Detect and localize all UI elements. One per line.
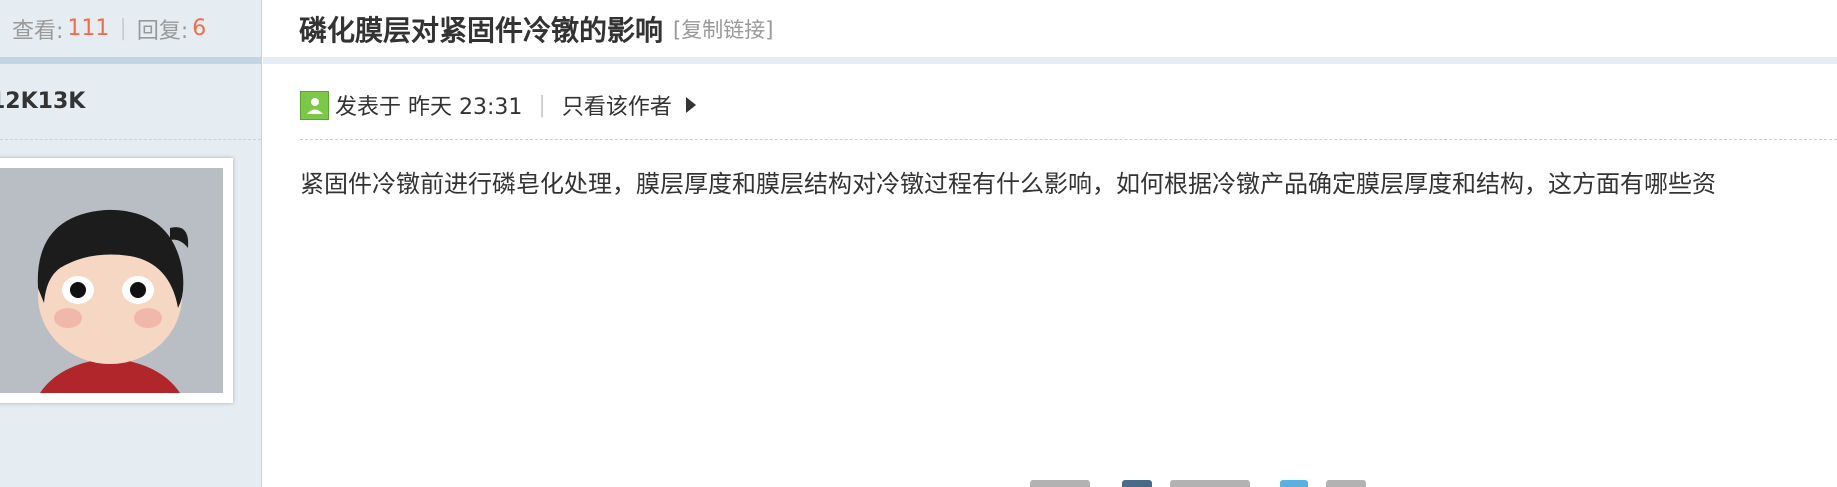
post-info-bar: 发表于 昨天 23:31 | 只看该作者 [300, 71, 1837, 140]
online-user-icon [300, 90, 329, 120]
stats-separator: | [119, 16, 127, 41]
info-separator: | [538, 92, 546, 118]
author-name-link[interactable]: 12K13K [0, 64, 261, 140]
post-content: 紧固件冷镦前进行磷皂化处理，膜层厚度和膜层结构对冷镦过程有什么影响，如何根据冷镦… [300, 170, 1716, 198]
cartoon-avatar-icon [0, 168, 223, 393]
views-label: 查看: [12, 18, 64, 44]
avatar[interactable] [0, 158, 233, 403]
author-name[interactable]: 12K13K [0, 89, 85, 114]
post-actions-partial [1030, 476, 1430, 487]
avatar-image[interactable] [0, 168, 223, 393]
action-text-partial[interactable] [1030, 480, 1090, 487]
replies-label: 回复: [136, 18, 189, 44]
views-count: 111 [67, 16, 110, 41]
thread-title: 磷化膜层对紧固件冷镦的影响 [299, 13, 664, 47]
share-icon[interactable] [1122, 480, 1152, 487]
forum-thread-page: 查看: 111 | 回复: 6 12K13K [0, 0, 1837, 487]
thread-stats: 查看: 111 | 回复: 6 [0, 0, 261, 64]
copy-link-button[interactable]: [复制链接] [673, 14, 773, 44]
post-timestamp: 发表于 昨天 23:31 [335, 95, 523, 120]
replies-count: 6 [192, 16, 207, 41]
thread-header: 磷化膜层对紧固件冷镦的影响 [复制链接] [263, 0, 1837, 64]
author-sidebar: 查看: 111 | 回复: 6 12K13K [0, 0, 262, 487]
arrow-right-icon[interactable] [685, 97, 696, 113]
only-author-link[interactable]: 只看该作者 [562, 89, 672, 121]
action-text-partial-3[interactable] [1326, 480, 1366, 487]
globe-icon[interactable] [1280, 480, 1308, 487]
action-text-partial-2[interactable] [1170, 480, 1250, 487]
